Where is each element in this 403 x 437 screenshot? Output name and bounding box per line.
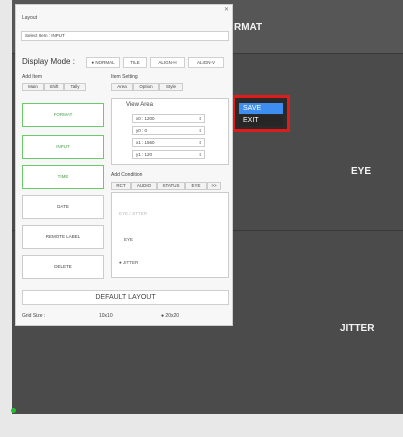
condition-eye[interactable]: EYE: [124, 237, 133, 242]
condition-list: [111, 192, 229, 278]
grid-size-label: Grid Size :: [22, 313, 46, 319]
pane-format-label: RMAT: [234, 22, 263, 33]
mode-tile-button[interactable]: TILE: [123, 57, 147, 68]
tab-area[interactable]: Area: [111, 83, 133, 91]
stepper-icon[interactable]: ⇕: [199, 139, 202, 146]
item-format-button[interactable]: FORMAT: [22, 103, 104, 127]
item-remote-label-button[interactable]: REMOTE LABEL: [22, 225, 104, 249]
panel-title: Layout: [22, 15, 38, 21]
item-time-button[interactable]: TIME: [22, 165, 104, 189]
grid-size-option-20[interactable]: ● 20x20: [161, 313, 179, 319]
tab-option[interactable]: Option: [133, 83, 159, 91]
grid-size-option-10[interactable]: 10x10: [99, 313, 113, 319]
condition-jitter[interactable]: ● JITTER: [119, 260, 138, 265]
y0-field[interactable]: y0 : 0 ⇕: [132, 126, 205, 135]
status-dot: [11, 408, 16, 413]
y1-field[interactable]: y1 : 120 ⇕: [132, 150, 205, 159]
tab-eye[interactable]: EYE: [185, 182, 207, 190]
pane-jitter-label: JITTER: [340, 323, 375, 334]
select-item-field[interactable]: Select Item : INPUT: [21, 31, 229, 41]
mode-normal-button[interactable]: ● NORMAL: [86, 57, 120, 68]
item-date-button[interactable]: DATE: [22, 195, 104, 219]
tab-audio[interactable]: AUDIO: [131, 182, 157, 190]
tab-tally[interactable]: Tally: [64, 83, 86, 91]
item-input-button[interactable]: INPUT: [22, 135, 104, 159]
item-setting-title: Item Setting: [111, 74, 138, 80]
save-menu-item[interactable]: SAVE: [239, 103, 283, 114]
mode-align-h-button[interactable]: ALIGN-H: [150, 57, 185, 68]
mode-align-v-button[interactable]: ALIGN-V: [188, 57, 224, 68]
tab-style[interactable]: Style: [159, 83, 183, 91]
context-menu: SAVE EXIT: [232, 95, 290, 132]
item-delete-button[interactable]: DELETE: [22, 255, 104, 279]
pane-eye-label: EYE: [351, 166, 372, 177]
view-area-title: View Area: [126, 102, 153, 108]
display-mode-label: Display Mode :: [22, 57, 75, 66]
tab-rct[interactable]: RCT: [111, 182, 131, 190]
stepper-icon[interactable]: ⇕: [199, 115, 202, 122]
tab-main[interactable]: Main: [22, 83, 44, 91]
add-condition-title: Add Condition: [111, 172, 143, 178]
exit-menu-item[interactable]: EXIT: [239, 115, 283, 126]
stepper-icon[interactable]: ⇕: [199, 127, 202, 134]
tab-shift[interactable]: Shift: [44, 83, 64, 91]
close-icon[interactable]: ✕: [224, 6, 229, 13]
stepper-icon[interactable]: ⇕: [199, 151, 202, 158]
condition-eye-jitter[interactable]: EYE / JITTER: [119, 211, 147, 216]
tab-more[interactable]: >>: [207, 182, 221, 190]
tab-status[interactable]: STATUS: [157, 182, 185, 190]
add-item-title: Add Item: [22, 74, 43, 80]
x0-field[interactable]: x0 : 1200 ⇕: [132, 114, 205, 123]
default-layout-button[interactable]: DEFAULT LAYOUT: [22, 290, 229, 305]
x1-field[interactable]: x1 : 1560 ⇕: [132, 138, 205, 147]
layout-panel: ✕ Layout Select Item : INPUT Display Mod…: [15, 4, 233, 326]
